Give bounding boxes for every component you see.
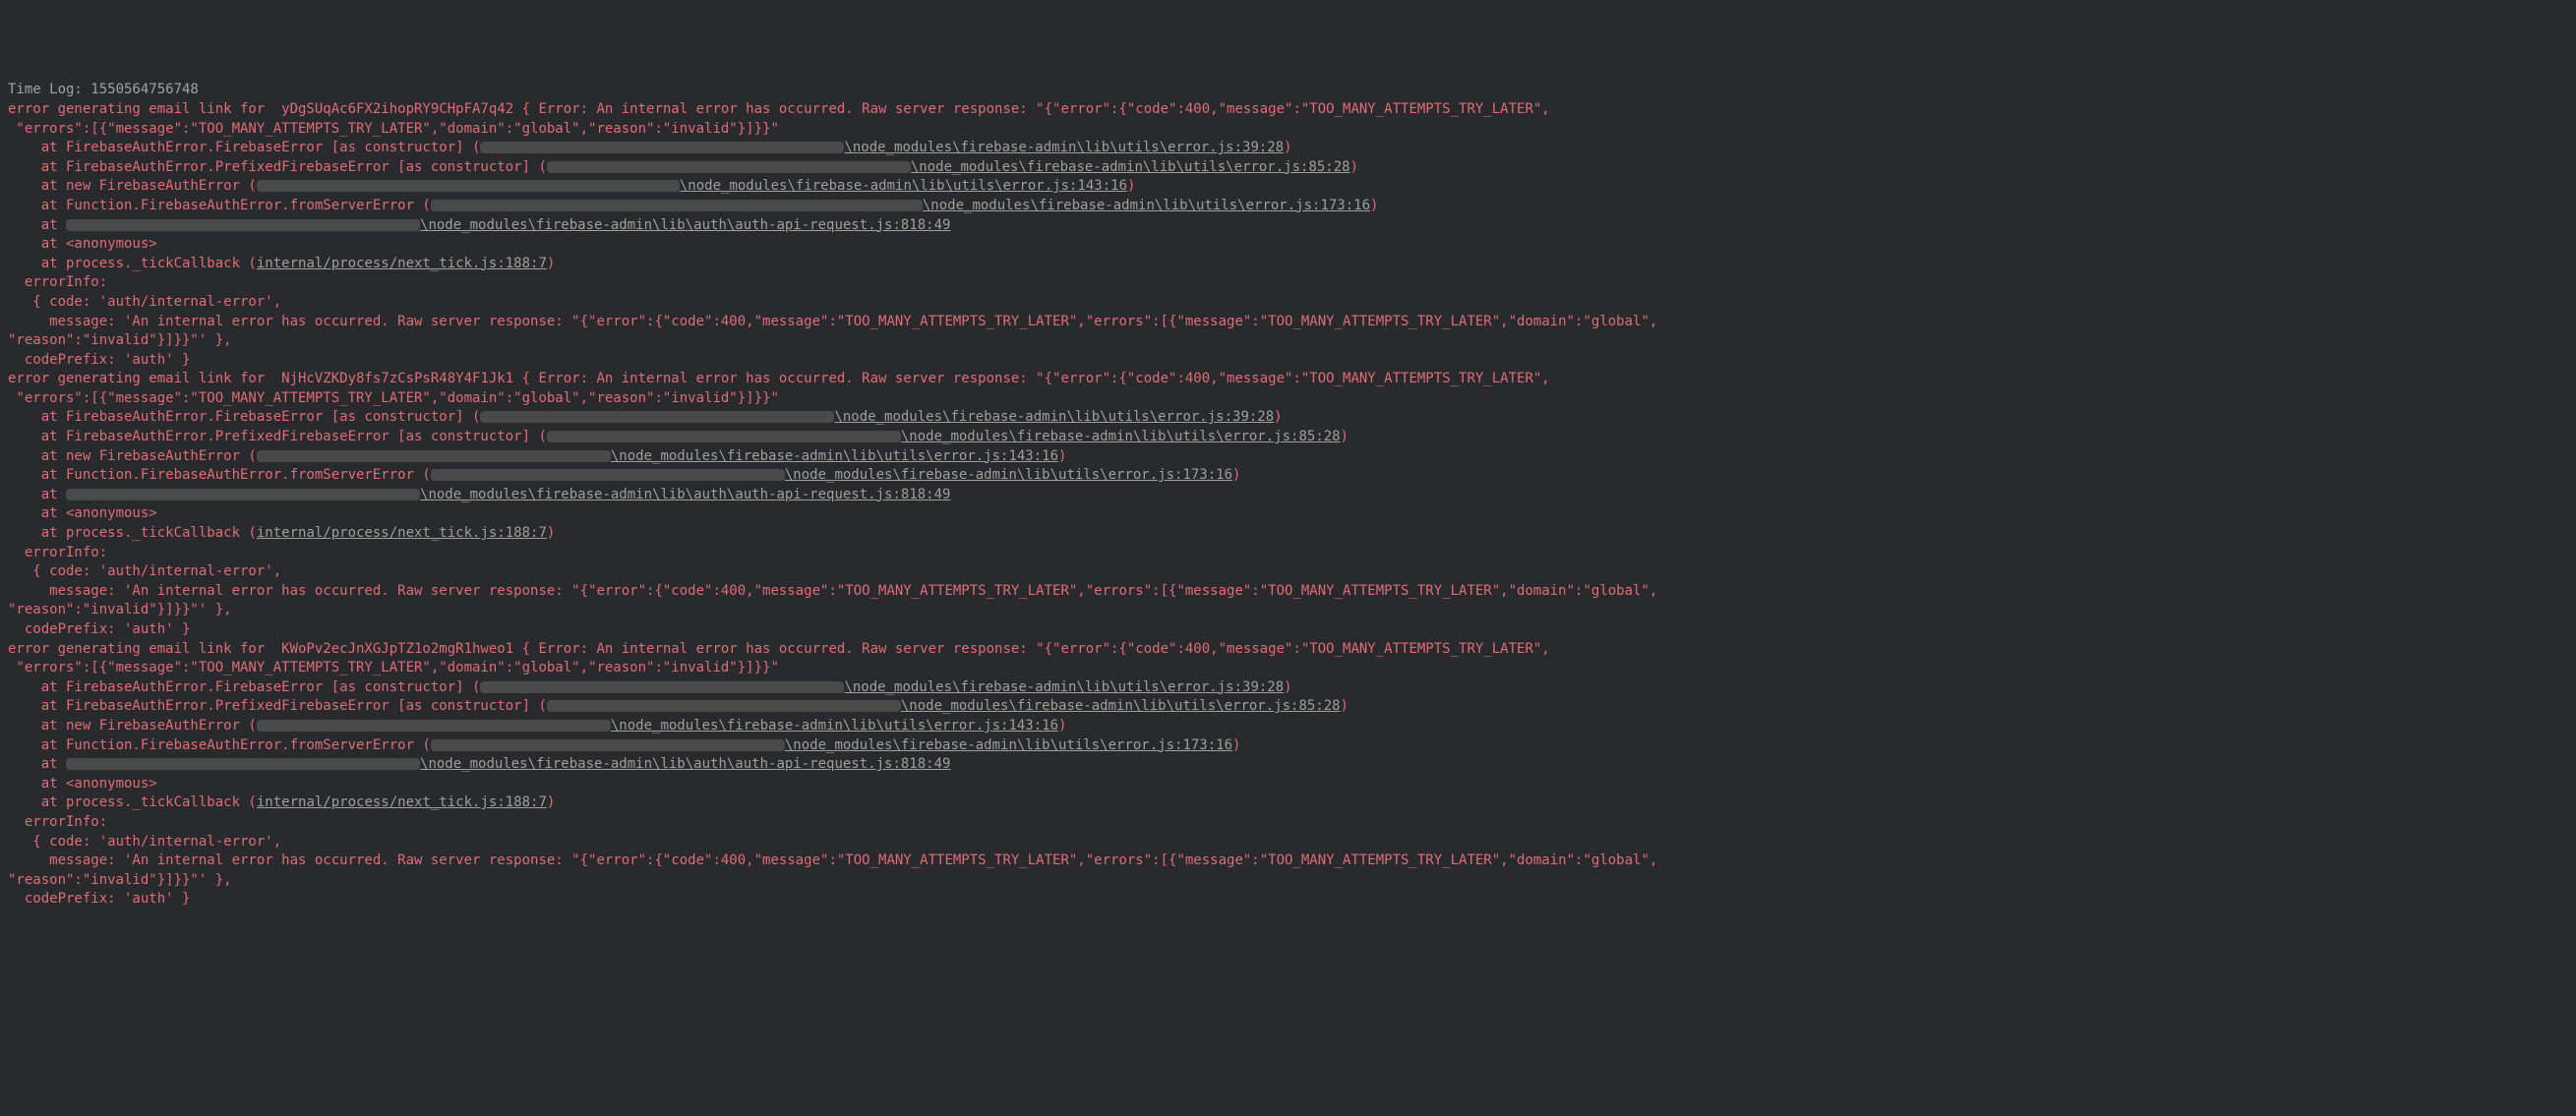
redacted-path bbox=[431, 469, 785, 481]
stack-frame-close: ) bbox=[1350, 159, 1358, 175]
stack-frame-prefix: at FirebaseAuthError.FirebaseError [as c… bbox=[8, 140, 480, 155]
stack-frame-prefix: at new FirebaseAuthError ( bbox=[8, 718, 257, 734]
stack-frame-prefix: at FirebaseAuthError.FirebaseError [as c… bbox=[8, 679, 480, 695]
error-header-cont: "errors":[{"message":"TOO_MANY_ATTEMPTS_… bbox=[8, 390, 779, 406]
stack-frame-path[interactable]: \node_modules\firebase-admin\lib\utils\e… bbox=[680, 178, 1127, 194]
error-info-message: message: 'An internal error has occurred… bbox=[8, 314, 1657, 329]
redacted-path bbox=[431, 739, 785, 751]
error-info-label: errorInfo: bbox=[8, 545, 107, 560]
stack-frame-prefix: at <anonymous> bbox=[8, 776, 157, 792]
error-header: error generating email link for KWoPv2ec… bbox=[8, 641, 1550, 657]
stack-frame-prefix: at FirebaseAuthError.PrefixedFirebaseErr… bbox=[8, 429, 547, 444]
error-header-cont: "errors":[{"message":"TOO_MANY_ATTEMPTS_… bbox=[8, 660, 779, 675]
stack-frame-prefix: at bbox=[8, 217, 66, 233]
stack-frame-close: ) bbox=[547, 525, 555, 541]
stack-frame-prefix: at new FirebaseAuthError ( bbox=[8, 178, 257, 194]
stack-frame-close: ) bbox=[547, 794, 555, 810]
stack-frame-prefix: at process._tickCallback ( bbox=[8, 794, 257, 810]
redacted-path bbox=[480, 681, 844, 693]
error-header-cont: "errors":[{"message":"TOO_MANY_ATTEMPTS_… bbox=[8, 121, 779, 137]
redacted-path bbox=[257, 450, 611, 462]
stack-frame-close: ) bbox=[1232, 467, 1240, 483]
redacted-path bbox=[547, 700, 901, 712]
stack-frame-path[interactable]: \node_modules\firebase-admin\lib\auth\au… bbox=[420, 217, 950, 233]
error-info-message: "reason":"invalid"}]}}"' }, bbox=[8, 332, 232, 348]
stack-frame-close: ) bbox=[1274, 409, 1282, 425]
stack-frame-path[interactable]: internal/process/next_tick.js:188:7 bbox=[257, 525, 547, 541]
stack-frame-close: ) bbox=[1232, 737, 1240, 753]
stack-frame-close: ) bbox=[547, 256, 555, 271]
stack-frame-close: ) bbox=[1370, 198, 1378, 213]
stack-frame-close: ) bbox=[1127, 178, 1135, 194]
error-info-message: "reason":"invalid"}]}}"' }, bbox=[8, 602, 232, 617]
redacted-path bbox=[257, 720, 611, 732]
stack-frame-path[interactable]: \node_modules\firebase-admin\lib\auth\au… bbox=[420, 756, 950, 772]
error-info-message: "reason":"invalid"}]}}"' }, bbox=[8, 872, 232, 888]
stack-frame-path[interactable]: \node_modules\firebase-admin\lib\utils\e… bbox=[923, 198, 1370, 213]
stack-frame-path[interactable]: \node_modules\firebase-admin\lib\utils\e… bbox=[611, 448, 1058, 464]
stack-frame-path[interactable]: \node_modules\firebase-admin\lib\utils\e… bbox=[911, 159, 1350, 175]
stack-frame-prefix: at <anonymous> bbox=[8, 236, 157, 252]
stack-frame-prefix: at bbox=[8, 756, 66, 772]
stack-frame-prefix: at bbox=[8, 487, 66, 502]
redacted-path bbox=[547, 431, 901, 442]
stack-frame-path[interactable]: \node_modules\firebase-admin\lib\utils\e… bbox=[901, 698, 1341, 714]
stack-frame-prefix: at process._tickCallback ( bbox=[8, 256, 257, 271]
stack-frame-path[interactable]: \node_modules\firebase-admin\lib\utils\e… bbox=[844, 140, 1284, 155]
stack-frame-close: ) bbox=[1341, 698, 1348, 714]
stack-frame-prefix: at Function.FirebaseAuthError.fromServer… bbox=[8, 198, 431, 213]
error-code-prefix: codePrefix: 'auth' } bbox=[8, 352, 190, 368]
stack-frame-path[interactable]: \node_modules\firebase-admin\lib\utils\e… bbox=[785, 467, 1232, 483]
stack-frame-prefix: at FirebaseAuthError.PrefixedFirebaseErr… bbox=[8, 698, 547, 714]
error-info-message: message: 'An internal error has occurred… bbox=[8, 852, 1657, 868]
stack-frame-prefix: at new FirebaseAuthError ( bbox=[8, 448, 257, 464]
error-header: error generating email link for yDgSUqAc… bbox=[8, 101, 1550, 117]
stack-frame-prefix: at FirebaseAuthError.FirebaseError [as c… bbox=[8, 409, 480, 425]
stack-frame-path[interactable]: \node_modules\firebase-admin\lib\utils\e… bbox=[844, 679, 1284, 695]
error-info-code: { code: 'auth/internal-error', bbox=[8, 834, 281, 850]
console-output: Time Log: 1550564756748 error generating … bbox=[8, 81, 2568, 910]
error-info-code: { code: 'auth/internal-error', bbox=[8, 294, 281, 310]
error-info-message: message: 'An internal error has occurred… bbox=[8, 583, 1657, 599]
error-header: error generating email link for NjHcVZKD… bbox=[8, 371, 1550, 386]
stack-frame-close: ) bbox=[1341, 429, 1348, 444]
timelog-line: Time Log: 1550564756748 bbox=[8, 82, 199, 97]
redacted-path bbox=[431, 200, 923, 211]
stack-frame-path[interactable]: \node_modules\firebase-admin\lib\auth\au… bbox=[420, 487, 950, 502]
stack-frame-path[interactable]: internal/process/next_tick.js:188:7 bbox=[257, 794, 547, 810]
redacted-path bbox=[66, 758, 420, 770]
stack-frame-prefix: at Function.FirebaseAuthError.fromServer… bbox=[8, 467, 431, 483]
stack-frame-path[interactable]: \node_modules\firebase-admin\lib\utils\e… bbox=[611, 718, 1058, 734]
stack-frame-close: ) bbox=[1284, 679, 1291, 695]
redacted-path bbox=[480, 411, 834, 423]
stack-frame-prefix: at <anonymous> bbox=[8, 505, 157, 521]
stack-frame-path[interactable]: \node_modules\firebase-admin\lib\utils\e… bbox=[901, 429, 1341, 444]
stack-frame-path[interactable]: \node_modules\firebase-admin\lib\utils\e… bbox=[785, 737, 1232, 753]
stack-frame-close: ) bbox=[1058, 718, 1066, 734]
stack-frame-prefix: at FirebaseAuthError.PrefixedFirebaseErr… bbox=[8, 159, 547, 175]
redacted-path bbox=[66, 489, 420, 500]
redacted-path bbox=[257, 180, 680, 192]
error-info-label: errorInfo: bbox=[8, 274, 107, 290]
stack-frame-path[interactable]: \node_modules\firebase-admin\lib\utils\e… bbox=[834, 409, 1274, 425]
redacted-path bbox=[480, 142, 844, 153]
stack-frame-close: ) bbox=[1058, 448, 1066, 464]
redacted-path bbox=[66, 219, 420, 231]
stack-frame-prefix: at Function.FirebaseAuthError.fromServer… bbox=[8, 737, 431, 753]
error-code-prefix: codePrefix: 'auth' } bbox=[8, 621, 190, 637]
error-code-prefix: codePrefix: 'auth' } bbox=[8, 891, 190, 907]
error-info-code: { code: 'auth/internal-error', bbox=[8, 563, 281, 579]
stack-frame-close: ) bbox=[1284, 140, 1291, 155]
error-info-label: errorInfo: bbox=[8, 814, 107, 830]
stack-frame-path[interactable]: internal/process/next_tick.js:188:7 bbox=[257, 256, 547, 271]
redacted-path bbox=[547, 161, 911, 173]
stack-frame-prefix: at process._tickCallback ( bbox=[8, 525, 257, 541]
